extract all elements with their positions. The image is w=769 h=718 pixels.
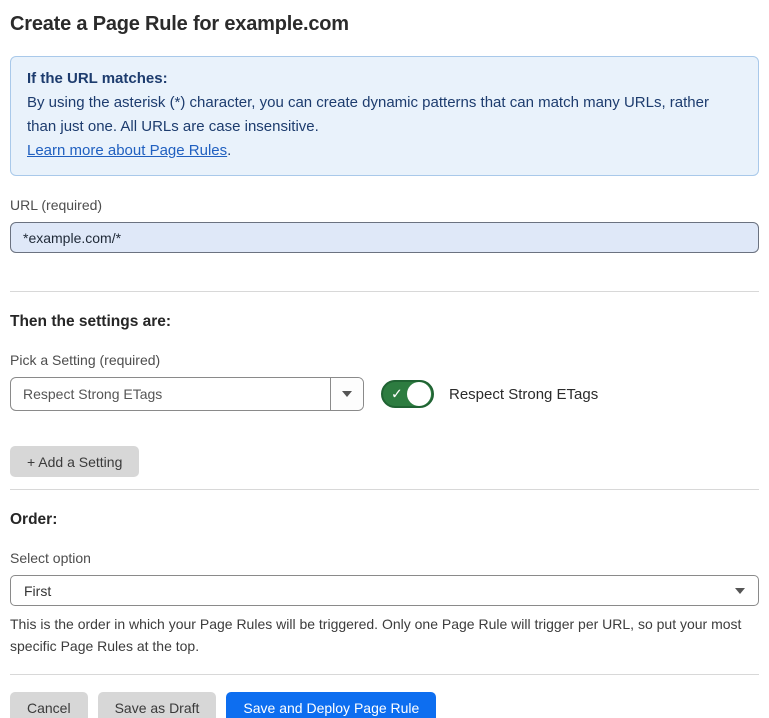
learn-more-link[interactable]: Learn more about Page Rules (27, 142, 227, 159)
add-setting-button[interactable]: + Add a Setting (10, 446, 139, 477)
chevron-down-icon (342, 391, 352, 397)
url-field-label: URL (required) (10, 197, 759, 214)
pick-setting-label: Pick a Setting (required) (10, 352, 759, 369)
create-page-rule-form: Create a Page Rule for example.com If th… (0, 0, 769, 718)
save-draft-button[interactable]: Save as Draft (98, 692, 217, 718)
order-help-text: This is the order in which your Page Rul… (10, 613, 755, 657)
setting-select[interactable]: Respect Strong ETags (10, 377, 364, 411)
settings-section-heading: Then the settings are: (10, 312, 759, 331)
order-select[interactable]: First (10, 575, 759, 606)
info-box-heading: If the URL matches: (27, 67, 742, 91)
cancel-button[interactable]: Cancel (10, 692, 88, 718)
info-link-line: Learn more about Page Rules. (27, 142, 231, 159)
divider (10, 489, 759, 490)
order-section-heading: Order: (10, 510, 759, 529)
toggle-knob (407, 382, 431, 406)
order-select-value: First (24, 583, 735, 599)
url-match-info-box: If the URL matches: By using the asteris… (10, 56, 759, 176)
check-icon: ✓ (391, 387, 403, 401)
divider (10, 674, 759, 675)
setting-select-caret-button[interactable] (330, 378, 363, 410)
order-select-label: Select option (10, 550, 759, 567)
toggle-label: Respect Strong ETags (449, 386, 598, 403)
setting-row: Respect Strong ETags ✓ Respect Strong ET… (10, 377, 759, 411)
page-title: Create a Page Rule for example.com (10, 12, 759, 36)
save-deploy-button[interactable]: Save and Deploy Page Rule (226, 692, 436, 718)
url-input[interactable] (10, 222, 759, 253)
info-box-body: By using the asterisk (*) character, you… (27, 91, 742, 139)
link-period: . (227, 142, 231, 159)
divider (10, 291, 759, 292)
chevron-down-icon (735, 588, 745, 594)
setting-select-value: Respect Strong ETags (11, 378, 330, 410)
footer-actions: Cancel Save as Draft Save and Deploy Pag… (10, 692, 759, 718)
respect-strong-etags-toggle[interactable]: ✓ (381, 380, 434, 408)
